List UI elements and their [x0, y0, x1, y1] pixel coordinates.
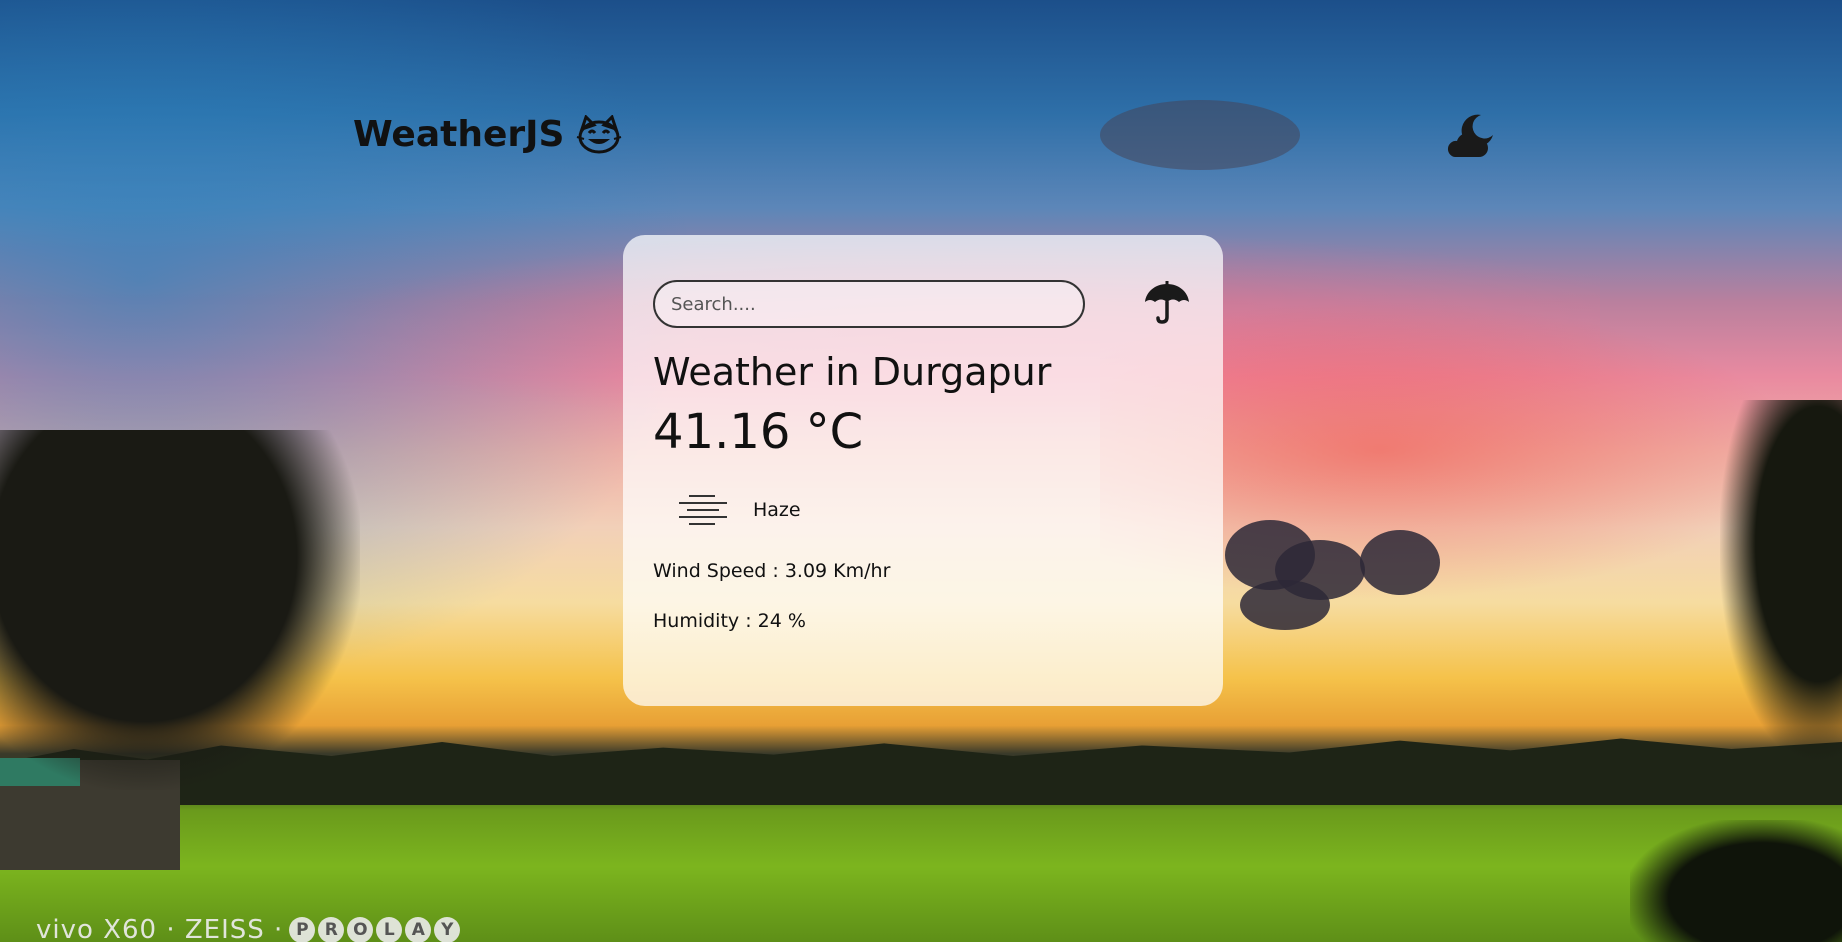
watermark-letter: P: [289, 917, 316, 942]
background-tree-left: [0, 430, 360, 790]
background-cloud: [1360, 530, 1440, 595]
weather-card: Weather in Durgapur 41.16 °C Haze Wind S…: [623, 235, 1223, 706]
background-cloud: [1100, 100, 1300, 170]
brand-name: WeatherJS: [353, 114, 565, 155]
search-button[interactable]: [1143, 280, 1191, 328]
background-bush: [1630, 820, 1842, 942]
watermark-letters: P R O L A Y: [289, 917, 461, 942]
cloud-moon-icon[interactable]: [1445, 113, 1495, 159]
condition-row: Haze: [653, 490, 1193, 530]
city-title: Weather in Durgapur: [653, 350, 1052, 394]
haze-icon: [675, 490, 731, 530]
umbrella-icon: [1144, 280, 1190, 328]
search-row: [653, 280, 1193, 328]
smiling-cat-emoji-icon: [576, 114, 622, 155]
background-cloud: [1240, 580, 1330, 630]
watermark-letter: O: [347, 917, 374, 942]
app-brand[interactable]: WeatherJS: [353, 114, 622, 155]
humidity: Humidity : 24 %: [653, 610, 806, 632]
search-input[interactable]: [653, 280, 1085, 328]
watermark-letter: L: [376, 917, 403, 942]
watermark-letter: Y: [434, 917, 461, 942]
watermark-letter: R: [318, 917, 345, 942]
wind-speed: Wind Speed : 3.09 Km/hr: [653, 560, 891, 582]
photo-watermark: vivo X60 · ZEISS · P R O L A Y: [36, 915, 461, 942]
condition-label: Haze: [753, 499, 801, 521]
weather-app-page: WeatherJS Search.... Weather in Durgapur…: [0, 0, 1842, 942]
watermark-letter: A: [405, 917, 432, 942]
background-tree-right: [1720, 400, 1842, 760]
watermark-text: vivo X60 · ZEISS ·: [36, 915, 284, 942]
temperature-value: 41.16 °C: [653, 404, 864, 460]
